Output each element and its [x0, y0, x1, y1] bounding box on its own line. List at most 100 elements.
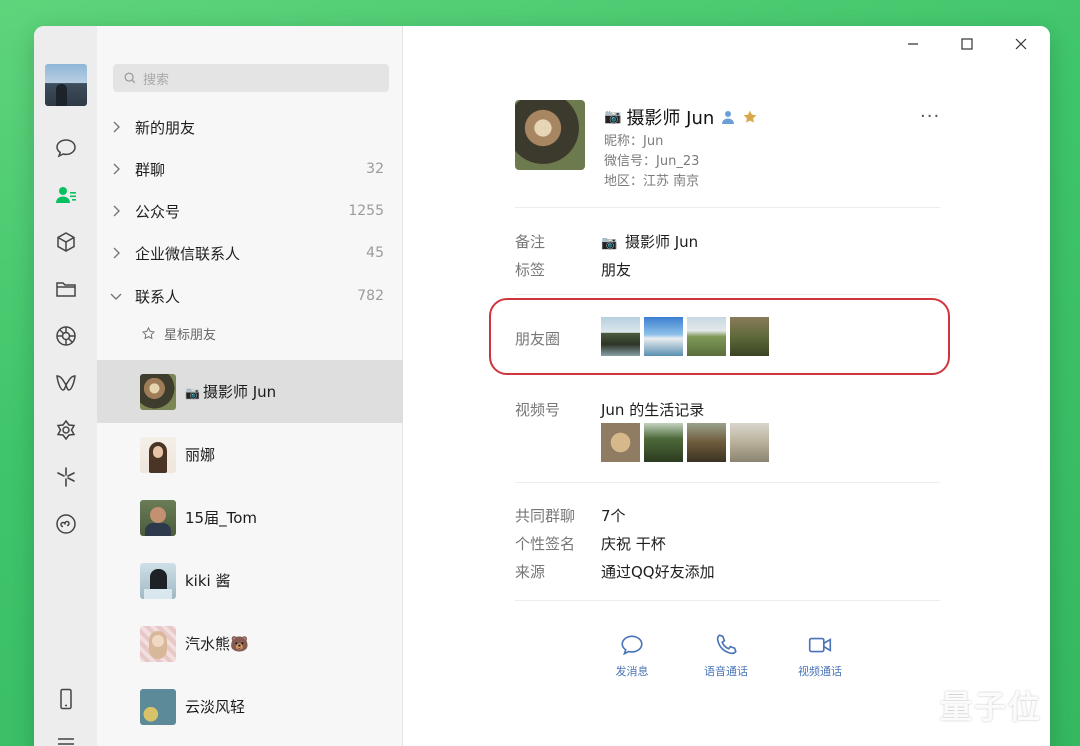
avatar	[140, 436, 176, 473]
camera-icon: 📷	[604, 109, 622, 125]
profile-nickname: 昵称：Jun	[604, 134, 664, 149]
signature-label: 个性签名	[515, 535, 576, 553]
group-work-contacts[interactable]: 企业微信联系人 45	[97, 232, 403, 274]
star-icon[interactable]	[742, 109, 758, 125]
divider	[515, 600, 940, 601]
favorites-icon[interactable]	[53, 229, 79, 255]
phone-icon[interactable]	[53, 686, 79, 712]
remark-value-text: 摄影师 Jun	[624, 233, 699, 251]
mini-program-icon[interactable]	[53, 511, 79, 537]
video-camera-icon	[808, 637, 832, 653]
group-label: 公众号	[135, 202, 181, 221]
profile-name-text: 摄影师 Jun	[626, 108, 715, 129]
avatar	[140, 625, 176, 662]
channels-video[interactable]	[730, 423, 769, 462]
channels-thumbnails[interactable]	[601, 423, 769, 462]
moments-photo[interactable]	[730, 317, 769, 356]
group-new-friends[interactable]: 新的朋友	[97, 106, 403, 148]
video-call-label: 视频通话	[798, 665, 842, 678]
channels-value[interactable]: Jun 的生活记录	[601, 399, 704, 420]
group-contacts[interactable]: 联系人 782	[97, 275, 403, 317]
avatar	[140, 688, 176, 725]
avatar	[140, 499, 176, 536]
search-placeholder: 搜索	[143, 72, 170, 88]
contacts-icon[interactable]	[53, 182, 79, 208]
chevron-right-icon	[97, 121, 135, 133]
contact-name: 摄影师 Jun	[202, 383, 277, 401]
group-count: 1255	[348, 203, 384, 219]
starred-label: 星标朋友	[164, 328, 217, 343]
chat-icon[interactable]	[53, 135, 79, 161]
channels-video[interactable]	[644, 423, 683, 462]
channels-icon[interactable]	[53, 370, 79, 396]
group-count: 782	[357, 288, 384, 304]
group-chats[interactable]: 群聊 32	[97, 148, 403, 190]
my-avatar[interactable]	[45, 64, 87, 106]
camera-icon: 📷	[185, 386, 200, 400]
divider	[515, 294, 940, 295]
profile-avatar[interactable]	[515, 100, 585, 170]
send-message-button[interactable]: 发消息	[597, 632, 667, 679]
send-message-label: 发消息	[615, 665, 649, 678]
group-count: 45	[366, 245, 384, 261]
chevron-right-icon	[97, 163, 135, 175]
watermark-logo: 量子位	[940, 688, 1043, 726]
contact-item[interactable]: 汽水熊🐻	[97, 612, 403, 675]
group-label: 群聊	[135, 160, 166, 179]
tag-value[interactable]: 朋友	[601, 259, 631, 280]
remark-value[interactable]: 📷 摄影师 Jun	[601, 231, 698, 252]
remark-label: 备注	[515, 233, 546, 251]
source-value: 通过QQ好友添加	[601, 563, 715, 581]
starred-friends[interactable]: 星标朋友	[141, 324, 216, 343]
male-user-icon	[720, 109, 736, 125]
close-icon[interactable]	[1011, 36, 1031, 52]
common-groups-label: 共同群聊	[515, 507, 576, 525]
camera-icon: 📷	[601, 236, 618, 251]
moments-thumbnails[interactable]	[601, 317, 769, 356]
contact-item[interactable]: kiki 酱	[97, 549, 403, 612]
moments-icon[interactable]	[53, 323, 79, 349]
channels-video[interactable]	[687, 423, 726, 462]
contact-item[interactable]: 云淡风轻	[97, 675, 403, 738]
minimize-icon[interactable]	[903, 36, 923, 52]
contact-item[interactable]: 15届_Tom	[97, 486, 403, 549]
contact-name: kiki 酱	[185, 572, 231, 590]
video-call-button[interactable]: 视频通话	[785, 632, 855, 679]
profile-region: 地区：江苏 南京	[604, 174, 700, 189]
profile-wechat-id: 微信号：Jun_23	[604, 154, 700, 169]
contact-item[interactable]: 📷 摄影师 Jun	[97, 360, 403, 423]
wechat-window: 搜索 新的朋友 群聊 32 公众号 1255 企业微信联系人 45 联系人 78…	[34, 26, 1050, 746]
search-input[interactable]: 搜索	[113, 64, 389, 92]
group-label: 新的朋友	[135, 118, 196, 137]
search-icon	[124, 72, 136, 84]
phone-call-icon	[716, 634, 737, 655]
maximize-icon[interactable]	[957, 36, 977, 52]
voice-call-button[interactable]: 语音通话	[691, 632, 761, 679]
avatar	[140, 562, 176, 599]
folder-icon[interactable]	[53, 276, 79, 302]
contact-name: 汽水熊🐻	[185, 635, 249, 653]
common-groups-value[interactable]: 7个	[601, 505, 626, 526]
divider	[515, 207, 940, 208]
group-official-accounts[interactable]: 公众号 1255	[97, 190, 403, 232]
tag-label: 标签	[515, 261, 546, 279]
look-icon[interactable]	[53, 464, 79, 490]
menu-icon[interactable]	[53, 731, 79, 746]
group-label: 联系人	[135, 287, 181, 306]
moments-photo[interactable]	[687, 317, 726, 356]
more-icon[interactable]: ···	[920, 106, 940, 127]
search-mini-icon[interactable]	[53, 417, 79, 443]
profile-name: 📷 摄影师 Jun	[604, 104, 758, 130]
divider	[515, 482, 940, 483]
avatar	[140, 373, 176, 410]
star-outline-icon	[141, 326, 156, 340]
contact-name: 15届_Tom	[185, 509, 257, 527]
contact-item[interactable]: 丽娜	[97, 423, 403, 486]
moments-photo[interactable]	[601, 317, 640, 356]
voice-call-label: 语音通话	[704, 665, 748, 678]
profile-detail: 📷 摄影师 Jun 昵称：Jun 微信号：Jun_23 地区：江苏 南京 ···…	[403, 26, 1050, 746]
source-label: 来源	[515, 563, 546, 581]
moments-photo[interactable]	[644, 317, 683, 356]
channels-video[interactable]	[601, 423, 640, 462]
chevron-right-icon	[97, 205, 135, 217]
